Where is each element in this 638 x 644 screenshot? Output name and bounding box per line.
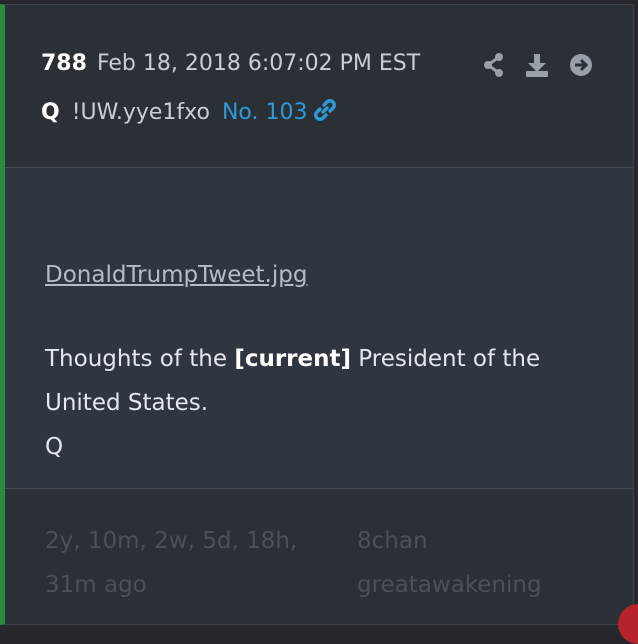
post-text-before: Thoughts of the bbox=[45, 346, 235, 372]
download-icon[interactable] bbox=[525, 53, 549, 81]
post-footer: 2y, 10m, 2w, 5d, 18h, 31m ago 8chan grea… bbox=[5, 489, 633, 622]
post-meta: 788 Feb 18, 2018 6:07:02 PM EST bbox=[41, 51, 420, 76]
post-author: Q bbox=[41, 100, 60, 125]
link-icon[interactable] bbox=[313, 98, 337, 128]
post-signature: Q bbox=[45, 434, 64, 460]
post-author-line: Q !UW.yye1fxo No. 103 bbox=[41, 98, 337, 128]
post-text-bold: [current] bbox=[234, 346, 351, 372]
post-id-link[interactable]: No. 103 bbox=[222, 100, 308, 125]
post-body: DonaldTrumpTweet.jpg Thoughts of the [cu… bbox=[5, 168, 633, 489]
post-number: 788 bbox=[41, 51, 87, 76]
post-card: 788 Feb 18, 2018 6:07:02 PM EST Q !UW.yy… bbox=[0, 4, 634, 625]
attachment-link[interactable]: DonaldTrumpTweet.jpg bbox=[45, 262, 307, 288]
post-time-ago: 2y, 10m, 2w, 5d, 18h, 31m ago bbox=[45, 528, 298, 598]
post-datetime: Feb 18, 2018 6:07:02 PM EST bbox=[96, 51, 421, 76]
post-source[interactable]: 8chan greatawakening bbox=[357, 519, 577, 607]
post-text: Thoughts of the [current] President of t… bbox=[45, 337, 605, 469]
arrow-right-circle-icon[interactable] bbox=[569, 53, 593, 81]
share-icon[interactable] bbox=[483, 53, 505, 81]
post-header: 788 Feb 18, 2018 6:07:02 PM EST Q !UW.yy… bbox=[5, 5, 633, 168]
post-tripcode: !UW.yye1fxo bbox=[71, 100, 210, 125]
